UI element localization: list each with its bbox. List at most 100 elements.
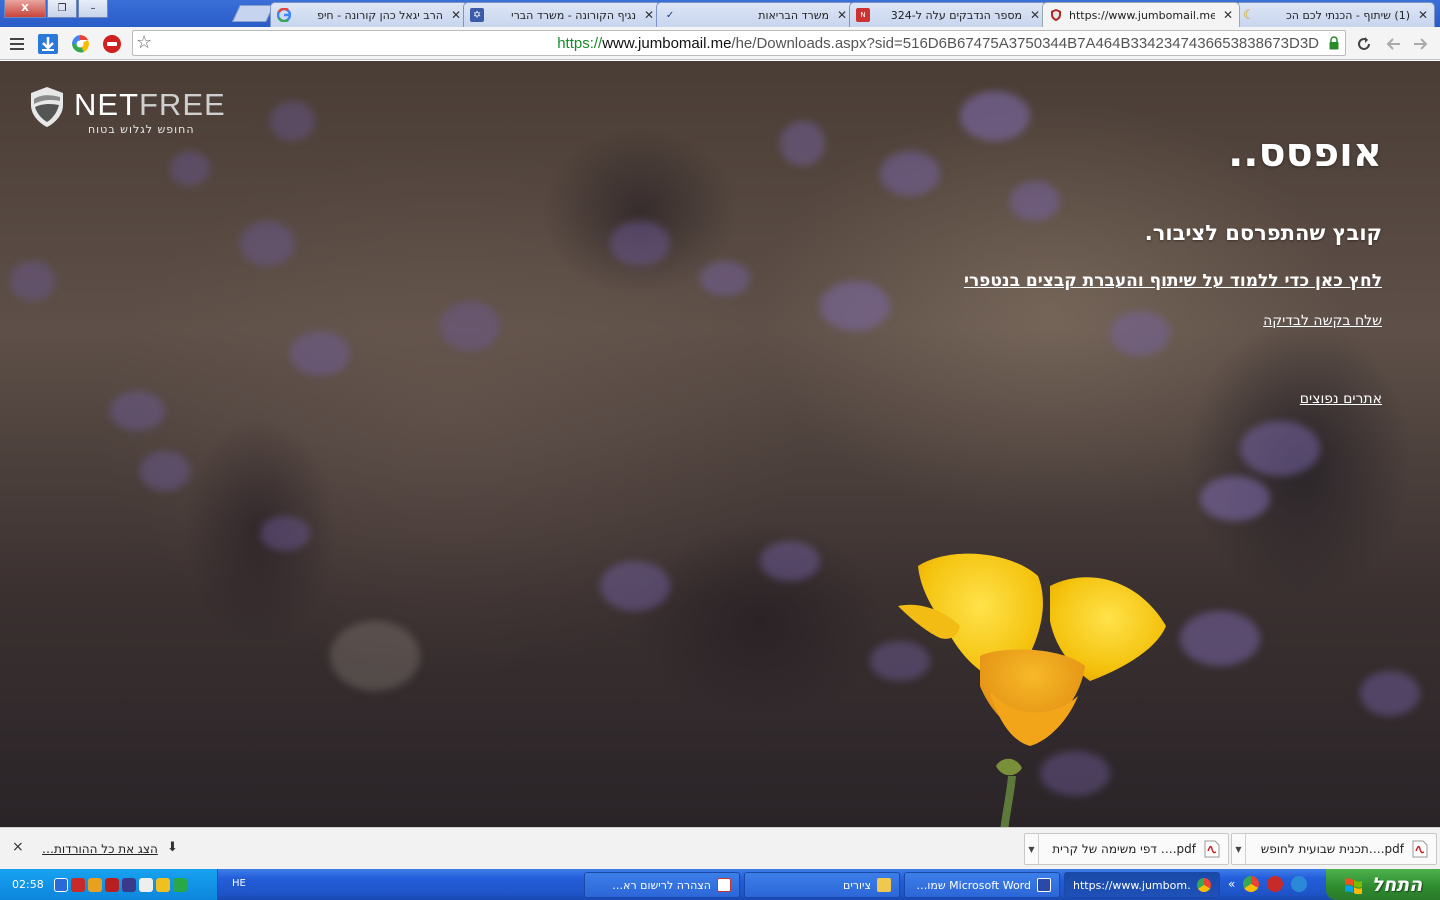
background-blossom bbox=[260, 516, 310, 551]
new-tab-button[interactable] bbox=[232, 5, 274, 22]
download-filename: pdf.…תכנית שבועית לחופש bbox=[1260, 842, 1404, 856]
security-tray-icon[interactable] bbox=[70, 877, 85, 892]
background-blossom bbox=[110, 391, 165, 431]
window-controls: X ❐ – bbox=[4, 0, 108, 18]
tab-corona-ministry[interactable]: ✕ נגיף הקורונה - משרד הברי ✡ bbox=[463, 2, 661, 27]
language-indicator[interactable]: HE bbox=[232, 878, 246, 889]
task-label: הצהרה לרישום רא… bbox=[612, 878, 711, 892]
popular-sites-link[interactable]: אתרים נפוצים bbox=[1300, 391, 1382, 407]
moon-icon: ☾ bbox=[1243, 7, 1255, 23]
tab-strip: X ❐ – ✕ הרב יגאל כהן קורונה - חיפ ✕ נגיף… bbox=[0, 0, 1440, 27]
taskbar-button-folder[interactable]: ציורים bbox=[744, 872, 900, 898]
tab-label: נגיף הקורונה - משרד הברי bbox=[511, 8, 636, 22]
antivirus-tray-icon[interactable] bbox=[104, 877, 119, 892]
background-blossom bbox=[960, 91, 1030, 141]
tab-rabbi-corona[interactable]: ✕ הרב יגאל כהן קורונה - חיפ bbox=[270, 2, 468, 27]
emblem-icon: ✡ bbox=[470, 8, 484, 22]
url-scheme: https:// bbox=[557, 35, 603, 52]
tab-label: הרב יגאל כהן קורונה - חיפ bbox=[317, 8, 443, 22]
learn-more-link[interactable]: לחץ כאן כדי ללמוד על שיתוף והעברת קבצים … bbox=[964, 271, 1382, 291]
colorful-extension-icon[interactable] bbox=[69, 33, 91, 55]
netfree-logo: NETFREE החופש לגלוש בטוח bbox=[26, 85, 226, 145]
folder-icon bbox=[877, 878, 891, 892]
tab-label: (1) שיתוף - הכנתי לכם הכ bbox=[1285, 8, 1410, 22]
word-icon bbox=[1037, 878, 1051, 892]
tab-close-icon[interactable]: ✕ bbox=[642, 8, 654, 22]
task-label: https://www.jumbom… bbox=[1073, 878, 1191, 892]
tab-close-icon[interactable]: ✕ bbox=[1221, 8, 1233, 22]
send-review-request-link[interactable]: שלח בקשה לבדיקה bbox=[1263, 313, 1382, 329]
menu-icon[interactable] bbox=[6, 33, 28, 55]
download-filename: pdf.… דפי משימה של קרית bbox=[1052, 842, 1196, 856]
tab-close-icon[interactable]: ✕ bbox=[835, 8, 847, 22]
updates-tray-icon[interactable] bbox=[87, 877, 102, 892]
network-tray-icon[interactable] bbox=[121, 877, 136, 892]
quick-launch: « bbox=[1228, 876, 1308, 892]
browser-toolbar: ☆ https://www.jumbomail.me/he/Downloads.… bbox=[0, 27, 1440, 60]
windows-logo-icon bbox=[1344, 877, 1362, 894]
printer-tray-icon[interactable] bbox=[138, 877, 153, 892]
bookmark-star-icon[interactable]: ☆ bbox=[136, 32, 152, 53]
address-bar[interactable]: ☆ https://www.jumbomail.me/he/Downloads.… bbox=[132, 30, 1346, 56]
task-label: ציורים bbox=[843, 878, 871, 892]
window-minimize-button[interactable]: – bbox=[78, 0, 108, 18]
background-blossom bbox=[170, 151, 210, 186]
window-restore-button[interactable]: ❐ bbox=[47, 0, 77, 18]
tab-health-ministry[interactable]: ✕ משרד הבריאות ✓ bbox=[656, 2, 854, 27]
url-path: /he/Downloads.aspx?sid=516D6B67475A37503… bbox=[731, 35, 1319, 52]
download-menu-caret-icon[interactable]: ▼ bbox=[1025, 834, 1039, 864]
sync-tray-icon[interactable] bbox=[172, 877, 187, 892]
tab-jumbomail[interactable]: ✕ https://www.jumbomail.me/h bbox=[1042, 2, 1240, 27]
tab-close-icon[interactable]: ✕ bbox=[449, 8, 461, 22]
quicklaunch-chevron-icon[interactable]: « bbox=[1228, 877, 1235, 891]
download-item[interactable]: pdf.… דפי משימה של קרית ▼ bbox=[1024, 833, 1229, 865]
folder-tray-icon[interactable] bbox=[155, 877, 170, 892]
tray-icons bbox=[53, 877, 187, 892]
background-blossom bbox=[780, 121, 825, 166]
tab-label: מספר הנדבקים עלה ל-324 bbox=[890, 8, 1022, 22]
page-content: NETFREE החופש לגלוש בטוח אופסס.. קובץ שה… bbox=[0, 61, 1440, 827]
block-reason: קובץ שהתפרסם לציבור. bbox=[1144, 221, 1382, 245]
tab-sharing-post[interactable]: ✕ (1) שיתוף - הכנתי לכם הכ ☾ bbox=[1235, 2, 1435, 27]
netfree-shield-icon bbox=[31, 87, 63, 127]
background-blossom bbox=[10, 261, 55, 301]
logo-word-net: NET bbox=[74, 87, 139, 122]
pdf-icon bbox=[717, 878, 731, 892]
back-arrow-icon[interactable] bbox=[1382, 33, 1404, 55]
reload-icon[interactable] bbox=[1353, 33, 1375, 55]
background-blossom bbox=[140, 451, 190, 491]
download-menu-caret-icon[interactable]: ▼ bbox=[1232, 834, 1246, 864]
logo-wordmark: NETFREE bbox=[74, 87, 226, 123]
download-item[interactable]: pdf.…תכנית שבועית לחופש ▼ bbox=[1231, 833, 1437, 865]
taskbar-button-chrome[interactable]: https://www.jumbom… bbox=[1064, 872, 1220, 898]
video-extension-icon[interactable] bbox=[101, 33, 123, 55]
chrome-launch-icon[interactable] bbox=[1243, 876, 1260, 892]
tab-close-icon[interactable]: ✕ bbox=[1028, 8, 1040, 22]
ie-launch-icon[interactable] bbox=[1291, 876, 1308, 892]
background-blossom bbox=[1180, 611, 1260, 666]
logo-tagline: החופש לגלוש בטוח bbox=[88, 123, 195, 136]
taskbar-button-pdf[interactable]: הצהרה לרישום רא… bbox=[584, 872, 740, 898]
tab-label: https://www.jumbomail.me/h bbox=[1069, 8, 1215, 22]
tab-infection-count[interactable]: ✕ מספר הנדבקים עלה ל-324 N bbox=[849, 2, 1047, 27]
background-blossom bbox=[1010, 181, 1060, 221]
background-blossom bbox=[1200, 476, 1270, 521]
pdf-icon bbox=[1204, 840, 1220, 858]
close-shelf-icon[interactable]: × bbox=[12, 839, 24, 855]
show-all-downloads-link[interactable]: הצג את כל ההורדות… bbox=[42, 842, 158, 856]
chrome-icon bbox=[1197, 878, 1211, 892]
secure-lock-icon[interactable] bbox=[1329, 36, 1339, 50]
background-blossom bbox=[700, 261, 750, 296]
window-close-button[interactable]: X bbox=[4, 0, 46, 18]
opera-launch-icon[interactable] bbox=[1267, 876, 1284, 892]
background-blossom bbox=[820, 281, 890, 331]
download-arrow-icon: ⬇ bbox=[167, 840, 178, 855]
tab-close-icon[interactable]: ✕ bbox=[1416, 8, 1428, 22]
google-tray-icon[interactable] bbox=[53, 877, 68, 892]
download-extension-icon[interactable] bbox=[37, 33, 59, 55]
taskbar-button-word[interactable]: Microsoft Word שמו… bbox=[904, 872, 1060, 898]
start-button[interactable]: התחל bbox=[1326, 869, 1440, 900]
clock: 02:58 bbox=[12, 878, 44, 891]
shield-icon bbox=[1049, 8, 1063, 22]
forward-arrow-icon[interactable] bbox=[1410, 33, 1432, 55]
